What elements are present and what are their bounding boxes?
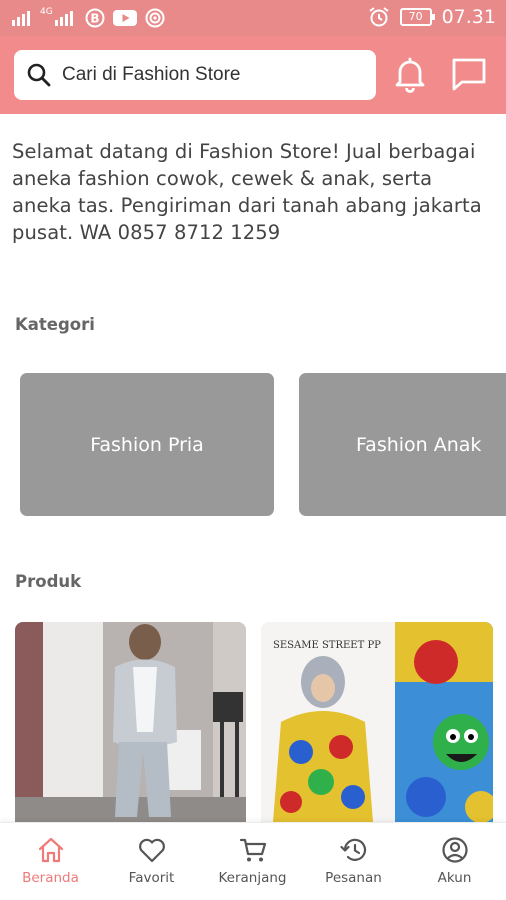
product-image-caption: SESAME STREET PP <box>273 640 381 651</box>
signal-icon <box>12 11 30 26</box>
alarm-icon <box>368 7 389 27</box>
heart-icon <box>138 838 165 863</box>
status-time: 07.31 <box>441 6 496 28</box>
search-icon <box>27 63 51 87</box>
search-input[interactable]: Cari di Fashion Store <box>14 50 376 100</box>
signal-4g-icon <box>54 11 73 26</box>
search-placeholder: Cari di Fashion Store <box>62 64 241 85</box>
category-label: Fashion Anak <box>356 433 482 456</box>
battery-indicator: 70 <box>399 8 435 26</box>
bottom-navigation: Beranda Favorit Keranjang Pesanan Akun <box>0 822 506 900</box>
nav-label: Pesanan <box>325 870 382 886</box>
network-type: 4G <box>40 7 53 17</box>
categories-title: Kategori <box>15 315 95 334</box>
svg-text:B: B <box>90 12 99 26</box>
status-bar: 4G B 70 07.31 <box>0 0 506 36</box>
hotspot-icon <box>145 8 165 28</box>
category-label: Fashion Pria <box>90 433 204 456</box>
category-card-fashion-anak[interactable]: Fashion Anak <box>299 373 506 516</box>
nav-label: Beranda <box>22 870 79 886</box>
history-icon <box>339 838 366 861</box>
product-image-pajama <box>15 622 246 822</box>
status-right-icons: 70 07.31 <box>368 6 496 28</box>
notification-button[interactable] <box>390 54 430 94</box>
cart-icon <box>239 838 266 862</box>
b-app-icon: B <box>85 8 105 28</box>
nav-item-beranda[interactable]: Beranda <box>0 823 101 900</box>
nav-label: Keranjang <box>218 870 287 886</box>
chat-icon <box>452 58 486 91</box>
nav-label: Akun <box>437 870 472 886</box>
account-icon <box>441 837 468 863</box>
nav-item-favorit[interactable]: Favorit <box>101 823 202 900</box>
products-title: Produk <box>15 572 82 591</box>
nav-item-akun[interactable]: Akun <box>404 823 505 900</box>
product-card[interactable] <box>15 622 246 822</box>
product-card[interactable]: SESAME STREET PP <box>261 622 493 822</box>
youtube-icon <box>112 10 137 26</box>
store-description: Selamat datang di Fashion Store! Jual be… <box>12 140 482 244</box>
category-card-fashion-pria[interactable]: Fashion Pria <box>20 373 274 516</box>
product-image-sesame-street: SESAME STREET PP <box>261 622 493 822</box>
nav-item-keranjang[interactable]: Keranjang <box>202 823 303 900</box>
nav-label: Favorit <box>128 870 175 886</box>
status-left-icons: 4G B <box>12 7 165 28</box>
nav-item-pesanan[interactable]: Pesanan <box>303 823 404 900</box>
chat-button[interactable] <box>449 54 489 94</box>
bell-icon <box>395 57 425 93</box>
home-icon <box>38 837 63 863</box>
app-header: Cari di Fashion Store <box>0 36 506 114</box>
